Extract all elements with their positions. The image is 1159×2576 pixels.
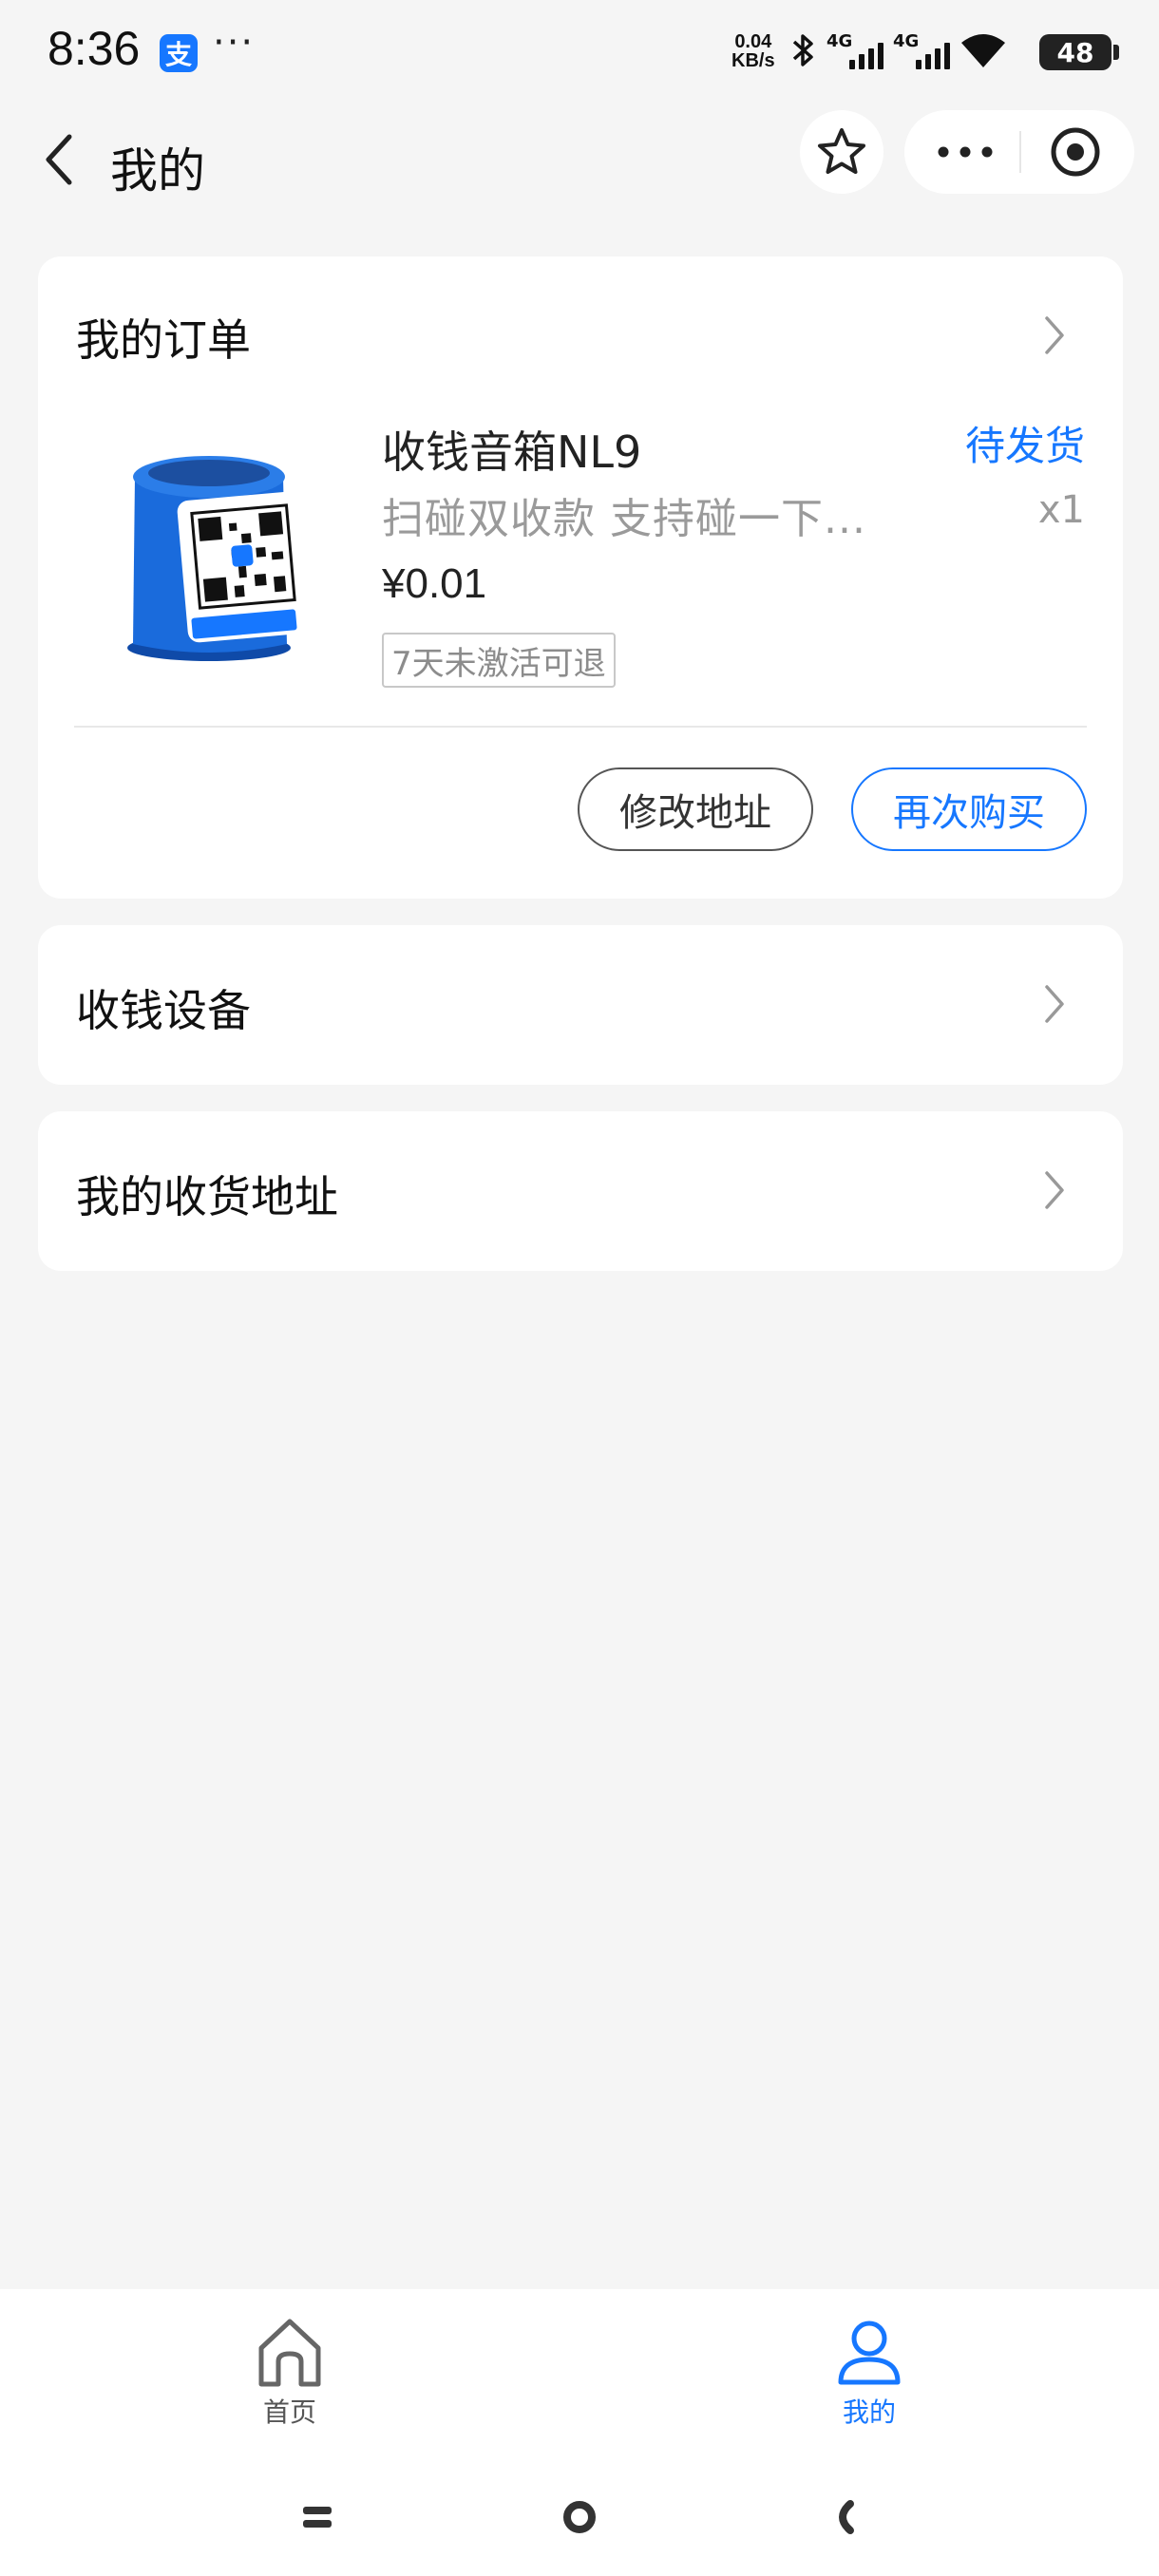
product-price: ¥0.01 (382, 560, 487, 607)
status-icons: 4G 4G (788, 28, 1007, 76)
network-speed-value: 0.04 (734, 31, 772, 52)
bluetooth-icon (788, 30, 817, 74)
product-quantity: x1 (1037, 488, 1085, 532)
page-title: 我的 (110, 143, 205, 199)
alipay-notification-icon: 支 (160, 34, 198, 72)
chevron-right-icon[interactable] (1036, 312, 1074, 359)
shipping-addresses-label: 我的收货地址 (76, 1171, 338, 1222)
divider (74, 726, 1087, 728)
more-options-button[interactable] (914, 110, 1016, 194)
order-section-title[interactable]: 我的订单 (76, 306, 251, 369)
network-speed: 0.04 KB/s (732, 32, 775, 70)
order-card: 我的订单 收钱音箱NL9 待发货 扫碰双收款 支持碰一下... x1 ¥0.01… (38, 256, 1123, 899)
star-icon (818, 128, 865, 174)
close-mini-program-button[interactable] (1024, 110, 1127, 194)
mini-program-capsule (904, 110, 1134, 194)
capsule-divider (1019, 131, 1021, 173)
product-description: 扫碰双收款 支持碰一下... (382, 495, 866, 543)
network-speed-unit: KB/s (732, 50, 775, 71)
chevron-right-icon (1036, 1166, 1074, 1214)
system-navigation-bar (0, 2451, 1159, 2576)
payment-devices-label: 收钱设备 (76, 985, 251, 1036)
status-time: 8:36 (48, 22, 141, 75)
favorite-button[interactable] (800, 110, 884, 194)
page: 8:36 支 ··· 0.04 KB/s 4G 4G 48 我的 我的订单 收钱… (0, 0, 1159, 2576)
tab-home-label: 首页 (262, 2396, 316, 2428)
back-system-button[interactable] (815, 2489, 872, 2546)
chevron-left-icon (46, 134, 72, 185)
menu-icon (303, 2507, 332, 2528)
home-button[interactable] (551, 2489, 608, 2546)
recent-apps-button[interactable] (289, 2489, 346, 2546)
tab-mine[interactable]: 我的 (774, 2316, 964, 2439)
modify-address-button[interactable]: 修改地址 (578, 767, 813, 851)
tab-home[interactable]: 首页 (195, 2316, 385, 2439)
header: 我的 (0, 104, 1159, 247)
battery-indicator: 48 (1039, 34, 1119, 70)
back-icon (839, 2500, 854, 2534)
payment-devices-item[interactable]: 收钱设备 (38, 925, 1123, 1085)
back-button[interactable] (27, 122, 93, 198)
tab-mine-label: 我的 (842, 2396, 896, 2428)
more-dots-icon (938, 146, 993, 158)
target-circle-icon (1051, 127, 1100, 177)
order-status: 待发货 (964, 423, 1085, 469)
circle-icon (563, 2501, 596, 2533)
status-bar: 8:36 支 ··· 0.04 KB/s 4G 4G 48 (0, 0, 1159, 104)
wifi-icon (960, 31, 1007, 73)
product-image[interactable] (104, 427, 323, 665)
product-name[interactable]: 收钱音箱NL9 (382, 418, 641, 481)
buy-again-button[interactable]: 再次购买 (851, 767, 1087, 851)
home-icon (258, 2319, 321, 2387)
return-policy-tag: 7天未激活可退 (382, 633, 616, 688)
signal-sim1-icon: 4G (826, 31, 884, 73)
shipping-addresses-item[interactable]: 我的收货地址 (38, 1111, 1123, 1271)
chevron-right-icon (1036, 980, 1074, 1028)
bottom-tab-bar: 首页 我的 (0, 2289, 1159, 2451)
signal-sim2-icon: 4G (893, 31, 950, 73)
user-icon (838, 2320, 901, 2385)
more-notifications-icon: ··· (213, 21, 256, 65)
